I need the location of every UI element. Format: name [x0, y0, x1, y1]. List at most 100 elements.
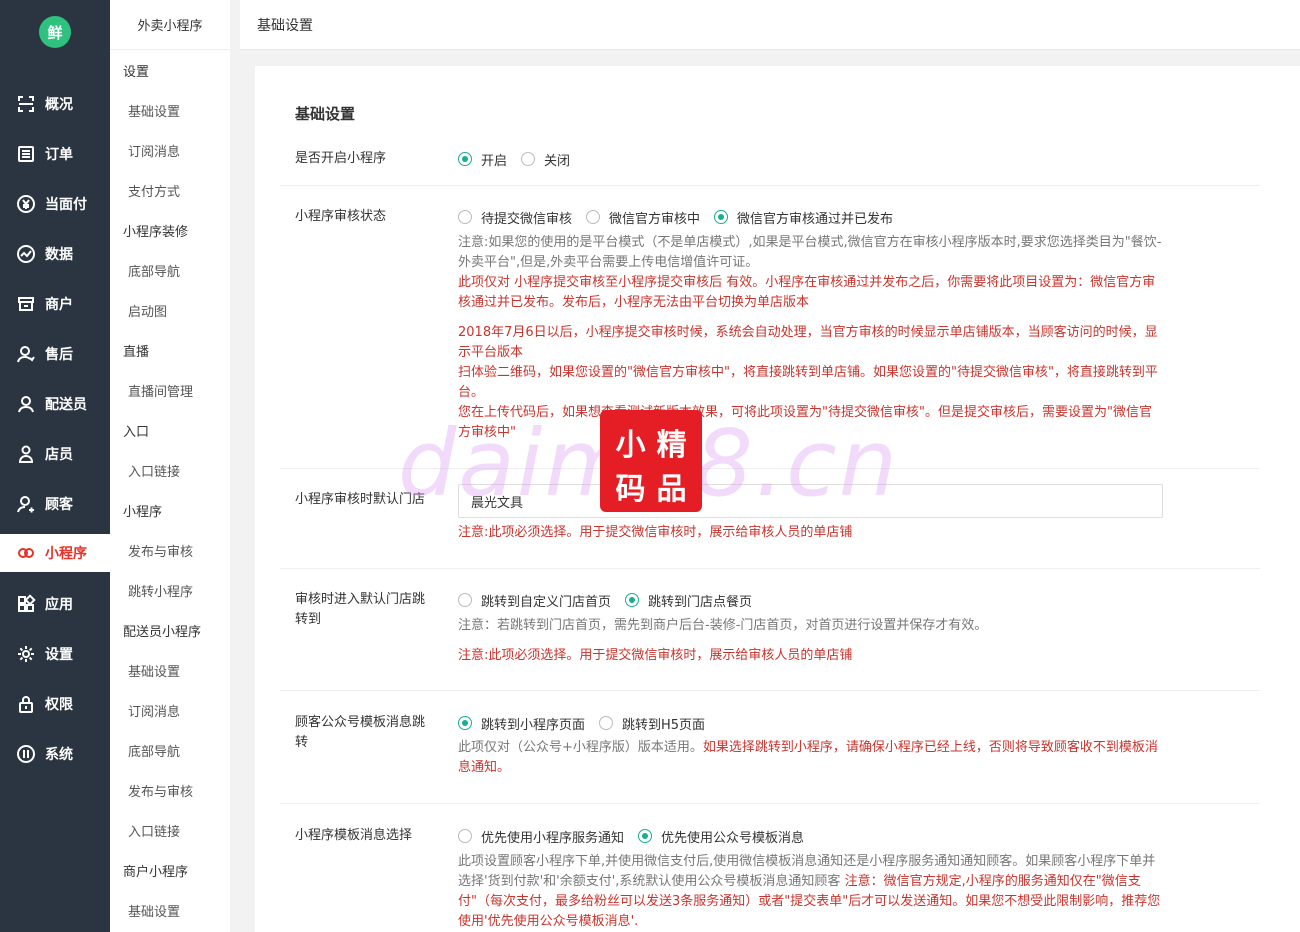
- template-jump-label: 顾客公众号模板消息跳转: [295, 715, 426, 750]
- subnav-title: 外卖小程序: [110, 0, 230, 50]
- main-nav: 鲜 概况 订单 当面付 数据 商户 售后 配送员 店员 顾客 小程序 应用 设置…: [0, 0, 110, 932]
- top-bar: 基础设置: [240, 0, 1300, 50]
- template-service-notice-radio[interactable]: 优先使用小程序服务通知: [458, 827, 624, 846]
- subnav-group: 商户小程序: [123, 865, 189, 880]
- template-official-account-radio[interactable]: 优先使用公众号模板消息: [638, 827, 804, 846]
- nav-item-apps[interactable]: 应用: [0, 585, 110, 623]
- enable-on-radio[interactable]: 开启: [458, 150, 507, 169]
- subnav-item[interactable]: 发布与审核: [128, 543, 193, 563]
- nav-item-merchant[interactable]: 商户: [0, 285, 110, 323]
- system-icon: [17, 745, 35, 763]
- chart-icon: [17, 245, 35, 263]
- gear-icon: [18, 646, 34, 662]
- jump-to-note: 注意：若跳转到门店首页，需先到商户后台-装修-门店首页，对首页进行设置并保存才有…: [458, 618, 988, 633]
- subnav-item[interactable]: 基础设置: [128, 663, 180, 683]
- radio-label: 跳转到小程序页面: [481, 717, 586, 733]
- subnav-item[interactable]: 入口链接: [128, 823, 180, 843]
- jump-to-label: 审核时进入默认门店跳转到: [295, 592, 426, 627]
- radio-circle: [638, 829, 653, 843]
- subnav-item[interactable]: 入口链接: [128, 463, 180, 483]
- radio-label: 微信官方审核中: [609, 211, 701, 227]
- radio-label: 跳转到自定义门店首页: [481, 594, 612, 610]
- nav-item-overview[interactable]: 概况: [0, 85, 110, 123]
- jump-store-order-radio[interactable]: 跳转到门店点餐页: [625, 591, 752, 610]
- subnav-item[interactable]: 基础设置: [128, 903, 180, 923]
- subnav-item[interactable]: 基础设置: [128, 103, 180, 123]
- radio-circle: [625, 593, 640, 607]
- divider: [280, 803, 1260, 804]
- subnav-item[interactable]: 订阅消息: [128, 143, 180, 163]
- template-choice-note: 此项设置顾客小程序下单,并使用微信支付后,使用微信模板消息通知还是小程序服务通知…: [458, 852, 1163, 932]
- radio-label: 优先使用小程序服务通知: [481, 830, 625, 846]
- radio-label: 开启: [481, 153, 508, 169]
- nav-item-orders[interactable]: 订单: [0, 135, 110, 173]
- nav-item-system[interactable]: 系统: [0, 735, 110, 773]
- nav-item-label: 数据: [45, 247, 73, 263]
- subnav-group: 小程序: [123, 505, 163, 520]
- nav-item-label: 当面付: [45, 197, 87, 213]
- order-icon: [18, 146, 34, 162]
- subnav-group: 入口: [123, 425, 150, 440]
- nav-item-settings[interactable]: 设置: [0, 635, 110, 673]
- nav-item-clerk[interactable]: 店员: [0, 435, 110, 473]
- nav-item-label: 店员: [45, 447, 73, 463]
- audit-pending-radio[interactable]: 待提交微信审核: [458, 208, 572, 227]
- radio-circle: [458, 593, 472, 607]
- template-jump-note-gray: 此项仅对（公众号+小程序版）版本适用。: [458, 740, 703, 755]
- subnav-item[interactable]: 跳转小程序: [128, 583, 193, 603]
- settings-card: 基础设置 是否开启小程序 开启 关闭 小程序审核状态 待提交微信审核 微信官方审…: [255, 66, 1300, 932]
- sub-nav: 外卖小程序 设置 基础设置 订阅消息 支付方式 小程序装修 底部导航 启动图 直…: [110, 0, 230, 932]
- enable-label: 是否开启小程序: [295, 151, 387, 166]
- nav-item-label: 顾客: [45, 497, 73, 513]
- nav-item-data[interactable]: 数据: [0, 235, 110, 273]
- nav-item-label: 配送员: [45, 397, 87, 413]
- section-title: 基础设置: [295, 105, 356, 123]
- radio-label: 优先使用公众号模板消息: [661, 830, 805, 846]
- nav-item-aftersale[interactable]: 售后: [0, 335, 110, 373]
- nav-item-label: 应用: [45, 597, 73, 613]
- radio-label: 跳转到门店点餐页: [648, 594, 753, 610]
- subnav-item[interactable]: 支付方式: [128, 183, 180, 203]
- radio-circle: [458, 152, 472, 166]
- nav-item-label: 设置: [45, 647, 73, 663]
- template-jump-miniprogram-radio[interactable]: 跳转到小程序页面: [458, 714, 585, 733]
- subnav-item[interactable]: 发布与审核: [128, 783, 193, 803]
- enable-radio-group: 开启 关闭: [458, 149, 584, 169]
- audit-published-radio[interactable]: 微信官方审核通过并已发布: [714, 208, 893, 227]
- overview-icon: [18, 96, 34, 112]
- subnav-item[interactable]: 底部导航: [128, 263, 180, 283]
- subnav-item[interactable]: 启动图: [128, 303, 167, 323]
- audit-reviewing-radio[interactable]: 微信官方审核中: [586, 208, 700, 227]
- template-jump-h5-radio[interactable]: 跳转到H5页面: [599, 714, 705, 733]
- subnav-item[interactable]: 直播间管理: [128, 383, 193, 403]
- enable-off-radio[interactable]: 关闭: [521, 150, 570, 169]
- nav-item-permissions[interactable]: 权限: [0, 685, 110, 723]
- nav-item-facepay[interactable]: 当面付: [0, 185, 110, 223]
- template-choice-label: 小程序模板消息选择: [295, 828, 413, 843]
- subnav-group: 直播: [123, 345, 150, 360]
- subnav-group: 设置: [123, 65, 150, 80]
- subnav-item[interactable]: 底部导航: [128, 743, 180, 763]
- nav-item-courier[interactable]: 配送员: [0, 385, 110, 423]
- radio-circle: [586, 210, 601, 224]
- radio-label: 跳转到H5页面: [622, 717, 706, 733]
- divider: [280, 690, 1260, 691]
- app-logo[interactable]: 鲜: [39, 16, 71, 48]
- courier-icon: [18, 396, 34, 413]
- audit-status-radio-group: 待提交微信审核 微信官方审核中 微信官方审核通过并已发布: [458, 207, 907, 227]
- default-store-note: 注意:此项必须选择。用于提交微信审核时，展示给审核人员的单店铺: [458, 525, 853, 540]
- jump-store-home-radio[interactable]: 跳转到自定义门店首页: [458, 591, 611, 610]
- customer-icon: [17, 496, 34, 513]
- nav-item-label: 售后: [45, 347, 73, 363]
- apps-icon: [18, 594, 36, 612]
- nav-item-customer[interactable]: 顾客: [0, 485, 110, 523]
- subnav-group: 配送员小程序: [123, 625, 202, 640]
- default-store-field[interactable]: 晨光文具: [458, 484, 1163, 518]
- radio-circle: [458, 210, 472, 224]
- subnav-item[interactable]: 订阅消息: [128, 703, 180, 723]
- nav-item-label: 概况: [45, 97, 73, 113]
- default-store-label: 小程序审核时默认门店: [295, 492, 426, 507]
- audit-note-platform: 注意:如果您的使用的是平台模式（不是单店模式）,如果是平台模式,微信官方在审核小…: [458, 235, 1162, 270]
- radio-circle: [714, 210, 729, 224]
- nav-item-miniprogram[interactable]: 小程序: [0, 534, 110, 572]
